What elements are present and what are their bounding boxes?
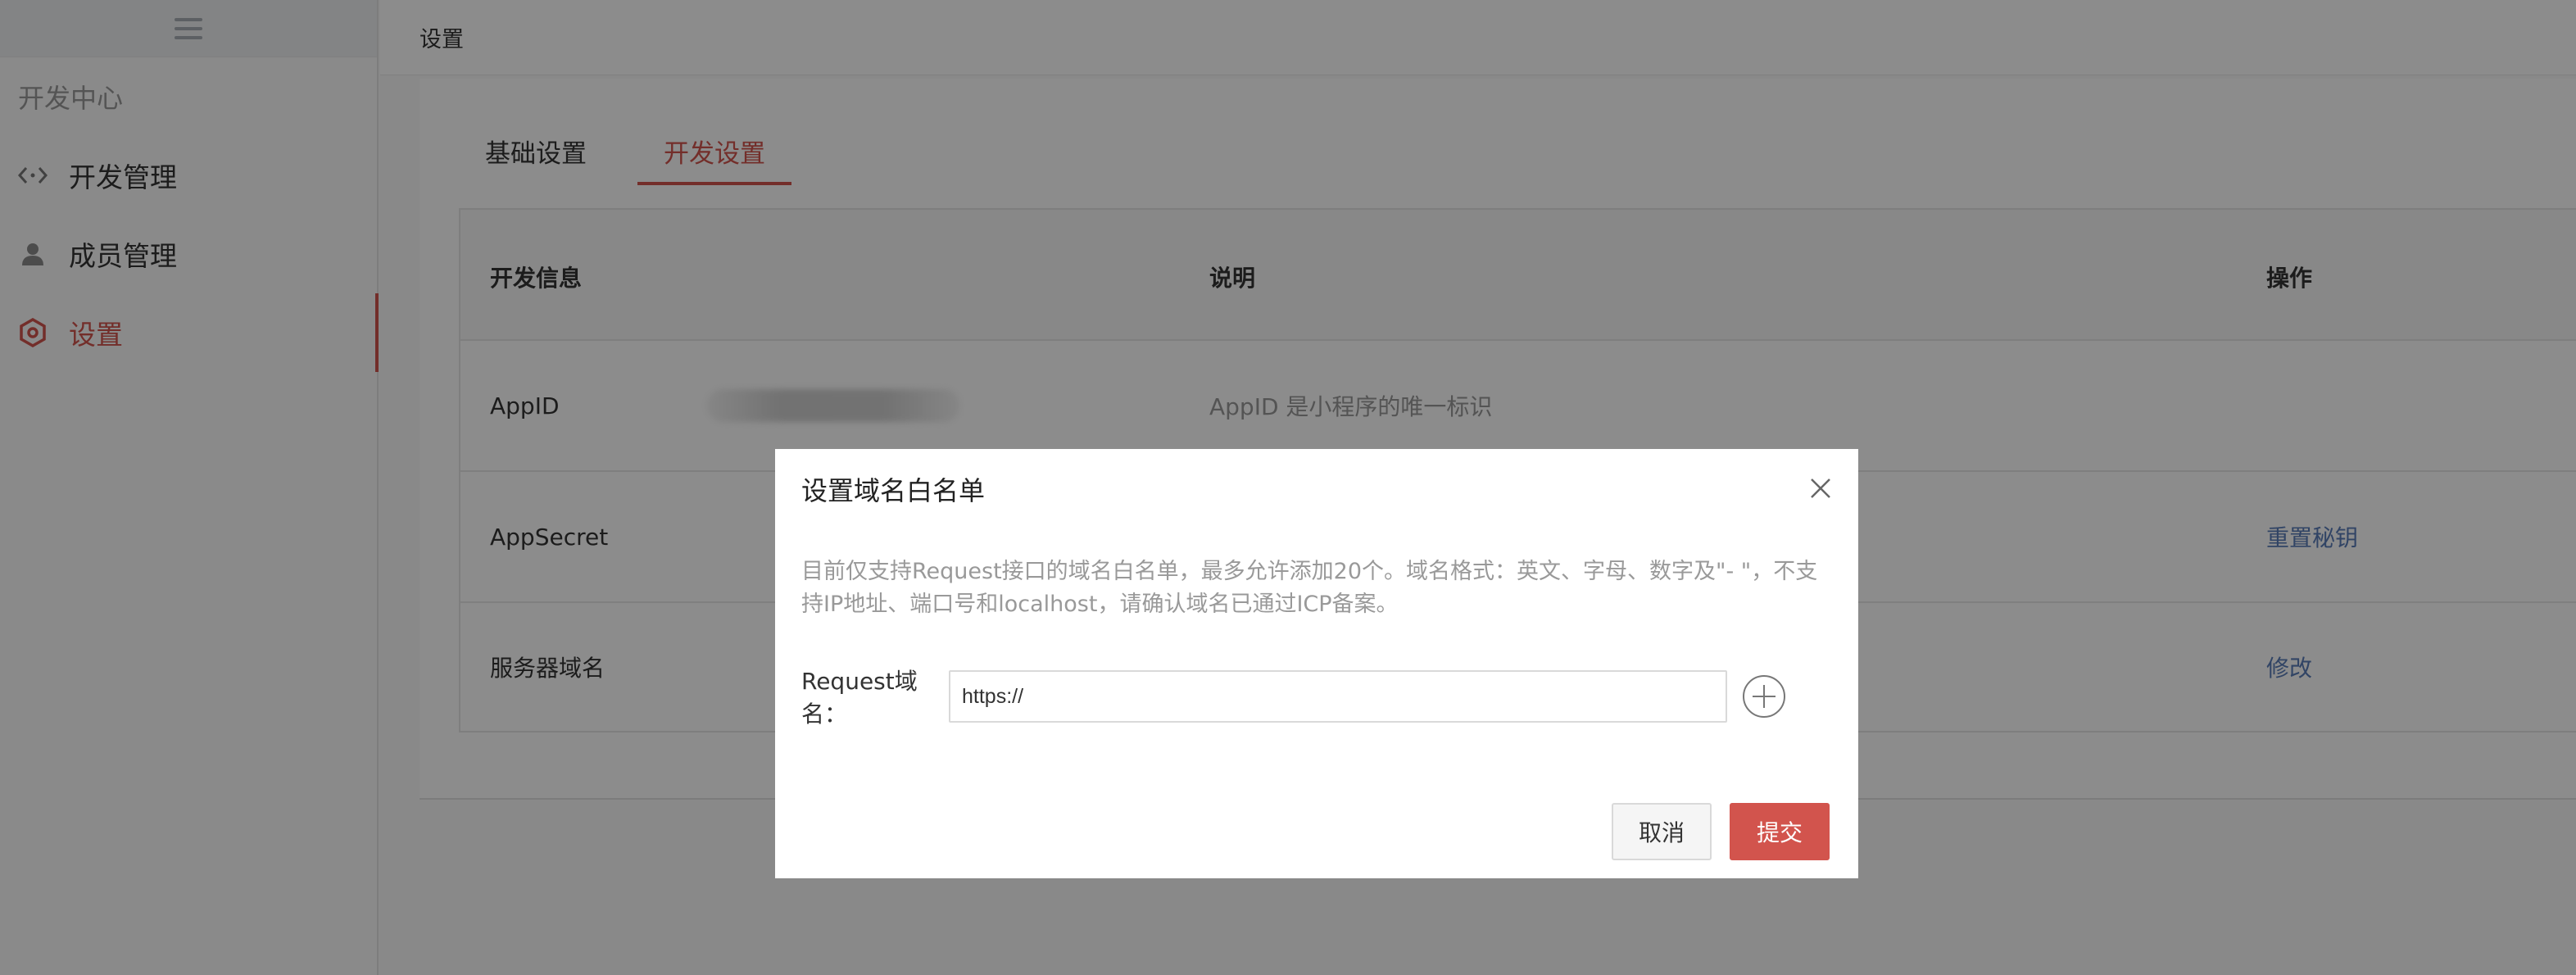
dialog-description: 目前仅支持Request接口的域名白名单，最多允许添加20个。域名格式：英文、字… — [801, 559, 1818, 617]
domain-whitelist-dialog: 设置域名白名单 目前仅支持Request接口的域名白名单，最多允许添加20个。域… — [775, 449, 1858, 878]
cancel-button[interactable]: 取消 — [1612, 803, 1712, 860]
app-root: 开发中心 开发管理 成员管理 设置 设置 基础设置 开发设置 开发信息 说明 操… — [0, 0, 2576, 975]
submit-button[interactable]: 提交 — [1730, 803, 1830, 860]
close-icon[interactable] — [1809, 477, 1832, 500]
request-domain-label: Request域名： — [801, 668, 918, 728]
request-domain-input[interactable] — [949, 670, 1727, 723]
dialog-title: 设置域名白名单 — [801, 475, 986, 506]
request-domain-row: Request域名： — [801, 664, 1786, 729]
add-circle-icon[interactable] — [1742, 674, 1786, 719]
